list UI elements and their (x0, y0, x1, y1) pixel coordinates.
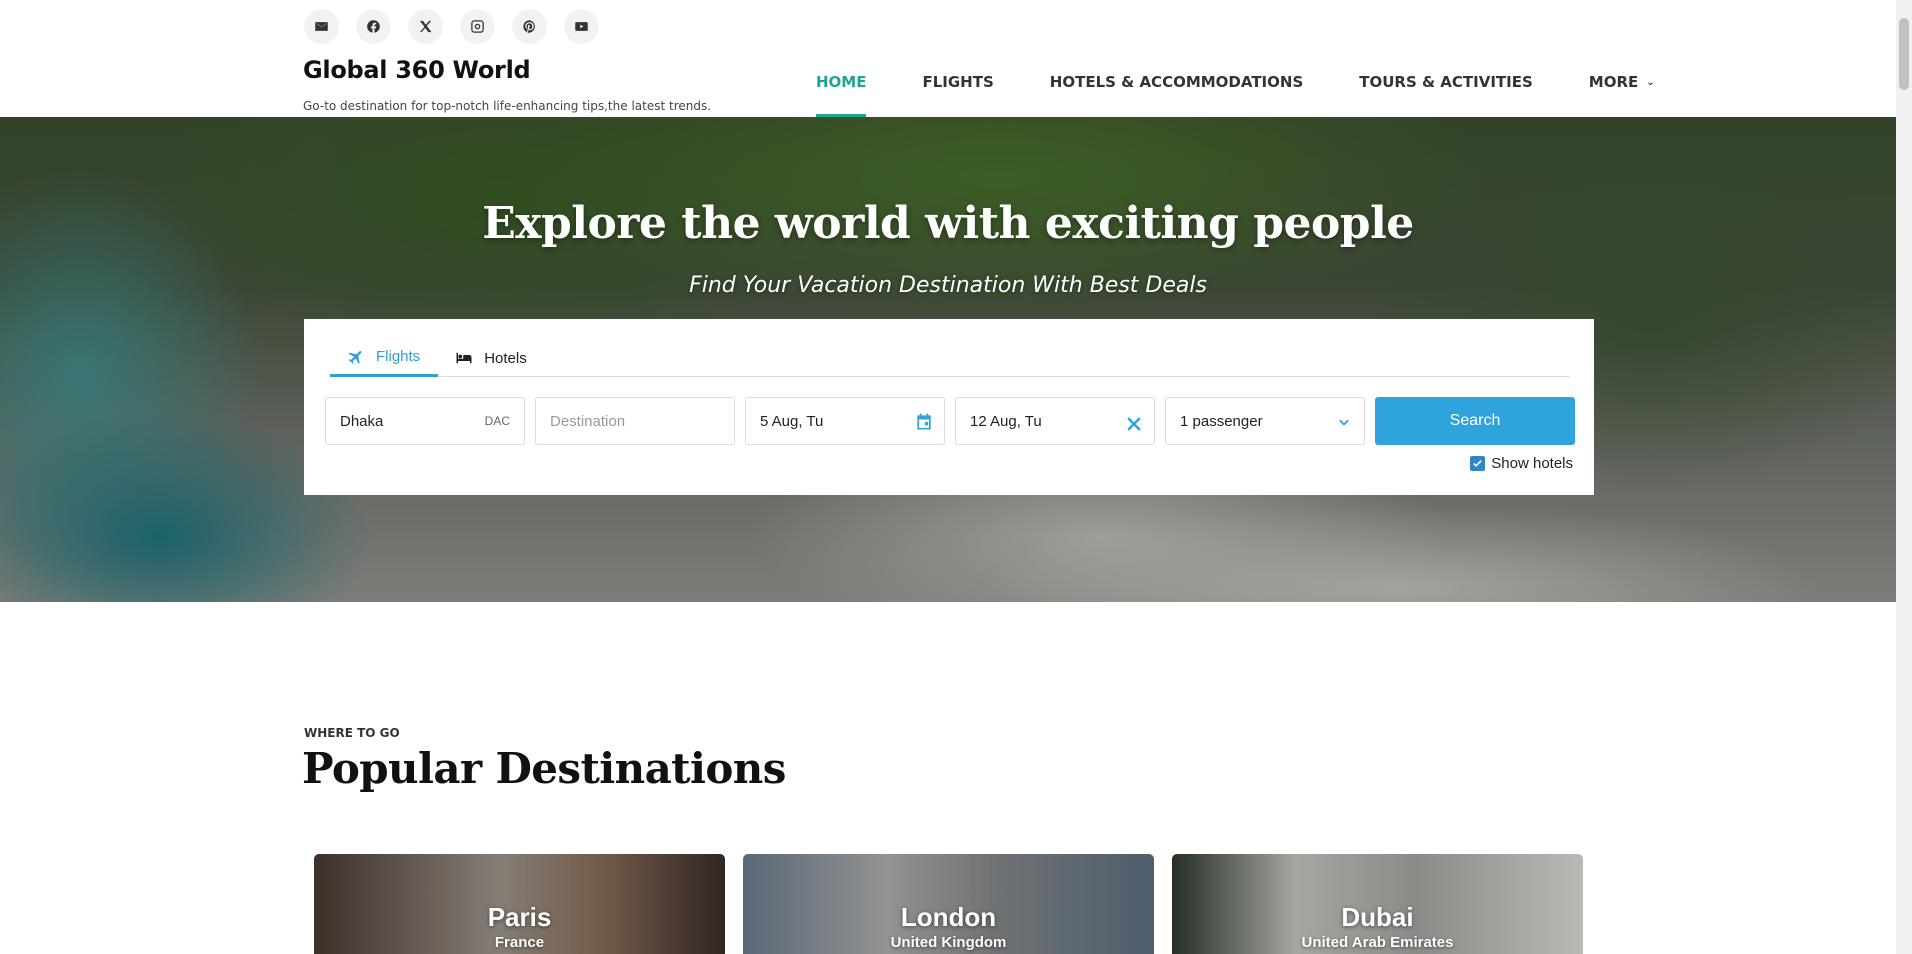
search-fields: Dhaka DAC Destination 5 Aug, Tu 12 Aug, … (325, 397, 1575, 445)
passenger-select[interactable]: 1 passenger (1165, 397, 1365, 445)
nav-item-label: HOTELS & ACCOMMODATIONS (1049, 73, 1304, 91)
check-icon (1473, 460, 1483, 467)
show-hotels-label[interactable]: Show hotels (1491, 455, 1573, 472)
instagram-icon[interactable] (460, 9, 495, 44)
calendar-icon[interactable] (914, 412, 934, 432)
origin-value: Dhaka (340, 412, 384, 430)
show-hotels-checkbox[interactable] (1470, 456, 1486, 471)
card-city: London (900, 902, 997, 932)
section-kicker: WHERE TO GO (304, 726, 400, 740)
site-title[interactable]: Global 360 World (303, 56, 531, 84)
tab-flights[interactable]: Flights (330, 339, 439, 377)
card-country: France (494, 934, 545, 951)
pinterest-icon[interactable] (512, 9, 547, 44)
chevron-down-icon: ⌄ (1646, 77, 1655, 88)
origin-code: DAC (484, 414, 510, 428)
search-tabs: Flights Hotels (330, 339, 1570, 377)
tab-hotels[interactable]: Hotels (438, 339, 545, 377)
flight-search-widget: Flights Hotels Dhaka DAC Destination 5 A… (304, 319, 1594, 495)
close-icon[interactable] (1124, 414, 1144, 434)
scrollbar-thumb[interactable] (1899, 18, 1909, 90)
bed-icon (456, 352, 472, 364)
plane-icon (348, 350, 362, 364)
page-scrollbar[interactable] (1896, 0, 1912, 954)
section-title: Popular Destinations (302, 744, 786, 793)
return-date-field[interactable]: 12 Aug, Tu (955, 397, 1155, 445)
site-header: Global 360 World Go-to destination for t… (0, 0, 1896, 117)
destination-card-dubai[interactable]: Dubai United Arab Emirates (1172, 854, 1583, 954)
nav-item-home[interactable]: HOME (816, 73, 867, 117)
facebook-icon[interactable] (356, 9, 391, 44)
hero-title: Explore the world with exciting people (482, 198, 1414, 249)
nav-item-label: HOME (816, 73, 867, 91)
nav-item-more[interactable]: MORE ⌄ (1589, 73, 1655, 117)
nav-item-label: TOURS & ACTIVITIES (1359, 73, 1533, 91)
tab-label: Flights (376, 348, 421, 365)
x-twitter-icon[interactable] (408, 9, 443, 44)
social-links (304, 9, 599, 44)
tab-label: Hotels (484, 349, 527, 367)
main-nav: HOME FLIGHTS HOTELS & ACCOMMODATIONS TOU… (816, 73, 1655, 117)
card-city: Dubai (1341, 902, 1414, 932)
show-hotels-option: Show hotels (1470, 455, 1573, 472)
nav-item-label: FLIGHTS (922, 73, 994, 91)
depart-date-field[interactable]: 5 Aug, Tu (745, 397, 945, 445)
destination-card-london[interactable]: London United Kingdom (743, 854, 1154, 954)
email-icon[interactable] (304, 9, 339, 44)
destination-placeholder: Destination (550, 412, 626, 430)
search-button[interactable]: Search (1375, 397, 1575, 445)
card-country: United Kingdom (890, 934, 1007, 951)
passenger-value: 1 passenger (1180, 412, 1263, 430)
nav-item-label: MORE (1588, 73, 1639, 91)
card-country: United Arab Emirates (1301, 934, 1454, 951)
youtube-icon[interactable] (564, 9, 599, 44)
nav-item-hotels[interactable]: HOTELS & ACCOMMODATIONS (1050, 73, 1303, 117)
site-tagline: Go-to destination for top-notch life-enh… (303, 99, 712, 113)
page: Global 360 World Go-to destination for t… (0, 0, 1912, 954)
destination-card-paris[interactable]: Paris France (314, 854, 725, 954)
nav-item-flights[interactable]: FLIGHTS (922, 73, 993, 117)
card-city: Paris (487, 902, 552, 932)
chevron-down-icon (1339, 419, 1349, 426)
nav-item-tours[interactable]: TOURS & ACTIVITIES (1359, 73, 1533, 117)
return-date-value: 12 Aug, Tu (970, 412, 1042, 430)
destination-cards: Paris France London United Kingdom Dubai… (314, 854, 1583, 954)
destination-field[interactable]: Destination (535, 397, 735, 445)
depart-date-value: 5 Aug, Tu (760, 412, 824, 430)
hero-subtitle: Find Your Vacation Destination With Best… (689, 273, 1207, 298)
origin-field[interactable]: Dhaka DAC (325, 397, 525, 445)
